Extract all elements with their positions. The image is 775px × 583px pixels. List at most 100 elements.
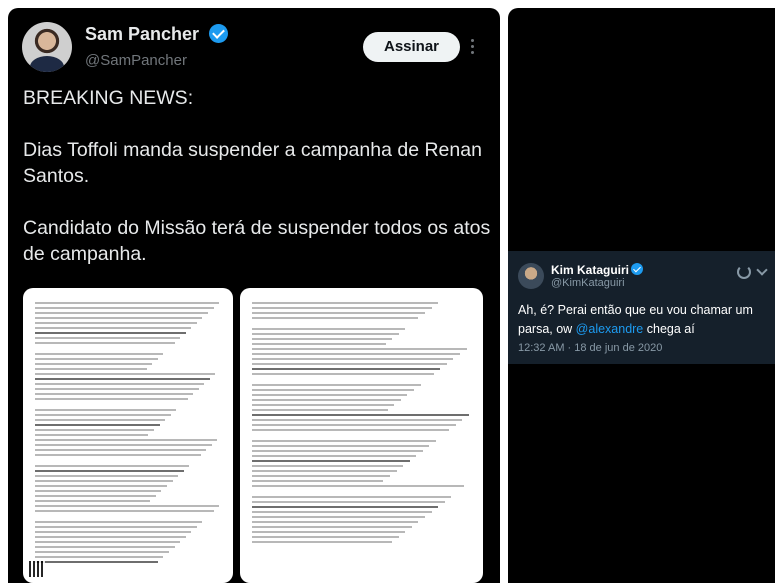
document-text-line <box>35 312 208 314</box>
document-text-line <box>252 506 439 508</box>
tweet-paragraph: Candidato do Missão terá de suspender to… <box>23 217 491 265</box>
document-text-line <box>35 556 164 558</box>
document-text-line <box>35 429 155 431</box>
document-text-line <box>35 368 147 370</box>
document-text-line <box>35 536 186 538</box>
tweet-paragraph: Dias Toffoli manda suspender a campanha … <box>23 139 482 187</box>
document-text-line <box>35 531 192 533</box>
document-text-line <box>252 399 401 401</box>
qr-code-icon <box>29 561 45 577</box>
document-text-line <box>35 332 186 334</box>
document-text-line <box>252 419 463 421</box>
document-text-line <box>252 526 412 528</box>
document-text-line <box>35 541 181 543</box>
document-text-line <box>252 338 393 340</box>
timestamp[interactable]: 12:32 AM · 18 de jun de 2020 <box>518 342 662 354</box>
document-text-line <box>35 322 197 324</box>
tweet-panel: Sam Pancher @SamPancher Assinar BREAKING… <box>8 8 500 583</box>
document-text-line <box>35 363 153 365</box>
document-text-line <box>252 465 404 467</box>
mention-link[interactable]: @alexandre <box>576 322 644 336</box>
display-name[interactable]: Sam Pancher <box>85 24 199 45</box>
document-text-line <box>35 353 164 355</box>
document-text-line <box>35 521 203 523</box>
document-text-line <box>252 312 425 314</box>
document-text-line <box>252 363 447 365</box>
document-text-line <box>35 434 149 436</box>
document-text-line <box>252 511 432 513</box>
document-text-line <box>252 480 384 482</box>
document-text-line <box>35 495 156 497</box>
document-text-line <box>252 516 425 518</box>
document-text-line <box>252 302 439 304</box>
document-text-line <box>252 373 434 375</box>
document-text-line <box>35 393 194 395</box>
document-text-line <box>35 465 190 467</box>
document-text-line <box>252 450 423 452</box>
handle[interactable]: @KimKataguiri <box>551 277 625 289</box>
document-text-line <box>252 424 456 426</box>
document-text-line <box>252 414 469 416</box>
document-text-line <box>252 470 397 472</box>
document-text-line <box>35 561 158 563</box>
document-text-line <box>35 388 199 390</box>
document-text-line <box>252 307 432 309</box>
document-text-line <box>35 510 214 512</box>
avatar[interactable] <box>518 263 544 289</box>
embedded-tweet[interactable]: Kim Kataguiri @KimKataguiri Ah, é? Perai… <box>508 251 775 364</box>
document-text-line <box>35 490 162 492</box>
document-text-line <box>252 541 393 543</box>
document-text-line <box>252 317 419 319</box>
document-text-line <box>252 384 421 386</box>
handle[interactable]: @SamPancher <box>85 52 187 69</box>
text-after: chega aí <box>643 322 695 336</box>
document-text-line <box>35 444 212 446</box>
document-text-line <box>35 358 158 360</box>
document-text-line <box>35 342 175 344</box>
document-text-line <box>252 536 399 538</box>
document-text-line <box>35 317 203 319</box>
verified-badge-icon <box>209 24 228 43</box>
document-text-line <box>35 414 171 416</box>
document-text-line <box>35 327 192 329</box>
document-text-line <box>35 419 166 421</box>
tweet-paragraph: BREAKING NEWS: <box>23 87 194 109</box>
document-text-line <box>35 439 218 441</box>
document-text-line <box>35 449 207 451</box>
more-options-icon[interactable] <box>471 39 475 55</box>
document-text-line <box>35 526 197 528</box>
document-text-line <box>35 546 175 548</box>
document-text-line <box>252 328 406 330</box>
embedded-tweet-text: Ah, é? Perai então que eu vou chamar um … <box>518 301 768 339</box>
document-text-line <box>252 409 388 411</box>
document-text-line <box>35 480 173 482</box>
document-text-line <box>35 551 169 553</box>
document-text-line <box>252 531 406 533</box>
document-text-line <box>252 496 452 498</box>
document-text-line <box>35 505 220 507</box>
document-text-line <box>252 343 386 345</box>
document-text-line <box>252 394 408 396</box>
document-text-line <box>252 368 441 370</box>
document-text-line <box>252 501 445 503</box>
document-text-line <box>252 389 415 391</box>
document-image-2[interactable] <box>240 288 483 583</box>
document-text-line <box>35 500 151 502</box>
document-text-line <box>252 353 461 355</box>
document-text-line <box>35 337 181 339</box>
avatar[interactable] <box>22 22 72 72</box>
refresh-icon[interactable] <box>737 265 751 279</box>
display-name[interactable]: Kim Kataguiri <box>551 263 629 277</box>
document-text-line <box>35 307 214 309</box>
document-text-line <box>252 404 395 406</box>
document-text-line <box>35 409 177 411</box>
document-text-line <box>35 383 205 385</box>
document-text-line <box>252 440 436 442</box>
chevron-down-icon[interactable] <box>756 264 768 276</box>
tweet-text: BREAKING NEWS: Dias Toffoli manda suspen… <box>23 85 493 293</box>
document-text-line <box>252 348 467 350</box>
document-text-line <box>252 358 454 360</box>
subscribe-button[interactable]: Assinar <box>363 32 460 62</box>
document-image-1[interactable] <box>23 288 233 583</box>
document-text-line <box>35 378 210 380</box>
